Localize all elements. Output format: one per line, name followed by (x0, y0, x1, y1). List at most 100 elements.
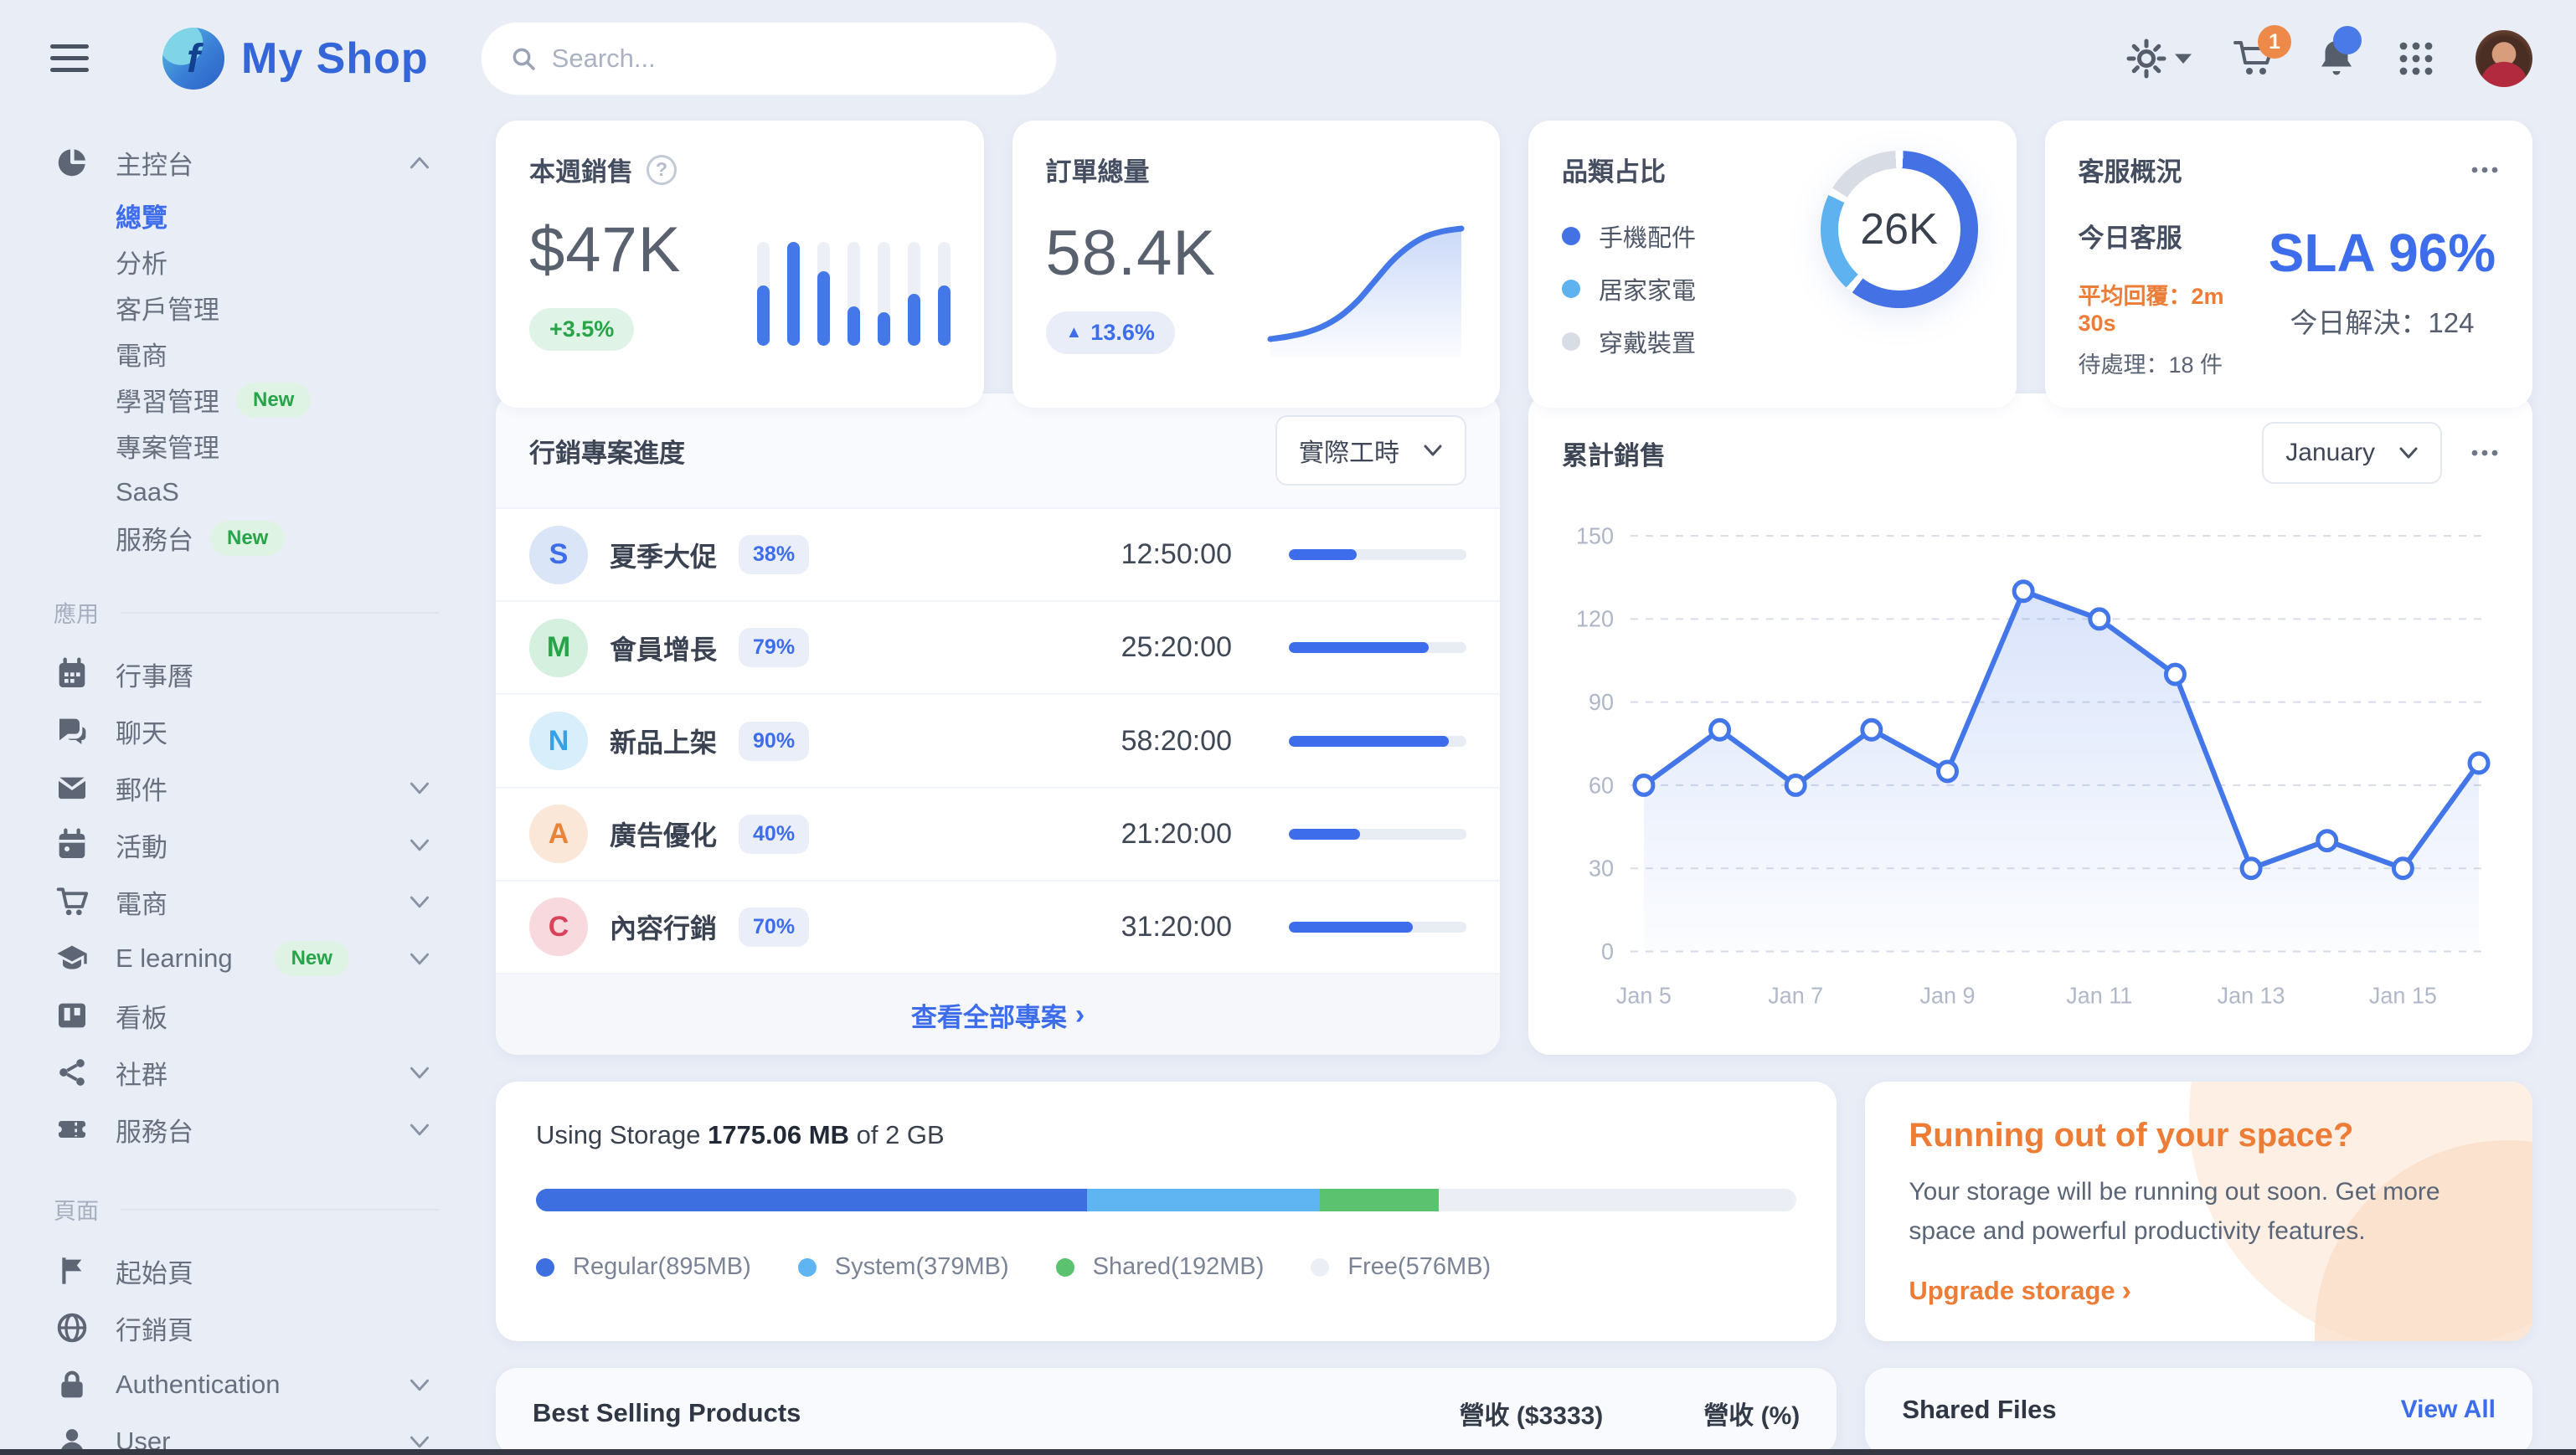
legend-item: Free(576MB) (1311, 1253, 1491, 1281)
sidebar-subitem[interactable]: SaaS (116, 469, 446, 515)
bottom-row: Best Selling Products 營收 ($3333) 營收 (%) … (496, 1368, 2532, 1455)
chevron-down-icon (409, 838, 430, 852)
storage-row: Using Storage 1775.06 MB of 2 GB Regular… (496, 1082, 2532, 1341)
project-progress-bar (1289, 549, 1466, 560)
sidebar-item-label: 郵件 (116, 769, 167, 807)
bar (938, 242, 951, 346)
main-content: 本週銷售 ? $47K +3.5% 訂單總量 58.4K (469, 117, 2576, 1455)
storage-legend: Regular(895MB)System(379MB)Shared(192MB)… (536, 1253, 1796, 1281)
chevron-down-icon (409, 1378, 430, 1392)
sidebar-subitem[interactable]: 客戶管理 (116, 285, 446, 331)
chevron-down-icon (409, 1066, 430, 1080)
donut-center-value: 26K (1860, 204, 1938, 254)
share-icon (54, 1056, 90, 1089)
sidebar-subitem-label: 分析 (116, 243, 167, 280)
sidebar-item-mail[interactable]: 郵件 (54, 759, 446, 816)
sidebar-subitem[interactable]: 學習管理New (116, 377, 446, 423)
apps-grid-button[interactable] (2397, 39, 2435, 78)
support-resolved: 今日解決：124 (2265, 301, 2499, 341)
sidebar-subitem[interactable]: 分析 (116, 239, 446, 285)
projects-title: 行銷專案進度 (529, 432, 685, 470)
topbar-actions: 1 (2125, 30, 2532, 87)
sidebar-item-event[interactable]: 活動 (54, 816, 446, 873)
sidebar-item-share[interactable]: 社群 (54, 1044, 446, 1101)
project-row[interactable]: M會員增長79%25:20:00 (496, 602, 1500, 695)
lock-icon (54, 1368, 90, 1401)
sidebar-item-label: 主控台 (116, 144, 193, 182)
shared-files-title: Shared Files (1902, 1395, 2400, 1425)
project-row[interactable]: N新品上架90%58:20:00 (496, 695, 1500, 788)
upgrade-banner-card: Running out of your space? Your storage … (1865, 1082, 2532, 1341)
project-name: 會員增長 (610, 629, 717, 667)
support-avg-reply: 平均回覆：2m 30s (2079, 278, 2265, 337)
storage-card: Using Storage 1775.06 MB of 2 GB Regular… (496, 1082, 1837, 1341)
sidebar-item-pie[interactable]: 主控台 (54, 134, 446, 191)
sidebar-subitem-label: 總覽 (116, 197, 167, 234)
bar (757, 242, 770, 346)
upgrade-storage-link[interactable]: Upgrade storage› (1909, 1276, 2489, 1306)
more-options-icon[interactable] (2470, 449, 2499, 457)
help-icon[interactable]: ? (647, 155, 677, 185)
grid-icon (2397, 39, 2435, 78)
storage-segment-free (1439, 1189, 1793, 1211)
notifications-button[interactable] (2316, 38, 2357, 80)
display-settings-button[interactable] (2125, 38, 2192, 80)
project-avatar: C (529, 897, 588, 956)
cart-button[interactable]: 1 (2233, 39, 2276, 79)
legend-item: 穿戴裝置 (1562, 324, 1983, 359)
month-select[interactable]: January (2262, 422, 2442, 484)
sidebar-item-label: 行事曆 (116, 656, 193, 693)
sidebar-subitem[interactable]: 專案管理 (116, 423, 446, 469)
sidebar-subitem-label: 客戶管理 (116, 289, 219, 326)
sidebar-item-grad[interactable]: E learningNew (54, 930, 446, 987)
pie-icon (54, 146, 90, 179)
orders-card: 訂單總量 58.4K ▲ 13.6% (1012, 121, 1501, 408)
project-row[interactable]: C內容行銷70%31:20:00 (496, 882, 1500, 974)
sidebar-item-kanban[interactable]: 看板 (54, 987, 446, 1044)
more-options-icon[interactable] (2470, 166, 2499, 174)
support-title: 客服概況 (2079, 151, 2182, 188)
sidebar-item-lock[interactable]: Authentication (54, 1356, 446, 1413)
search-bar[interactable] (481, 22, 1057, 95)
user-avatar[interactable] (2476, 30, 2532, 87)
project-name: 廣告優化 (610, 815, 717, 853)
brand-logo[interactable]: f My Shop (162, 28, 429, 90)
best-selling-title: Best Selling Products (533, 1398, 1327, 1428)
sidebar-item-calendar[interactable]: 行事曆 (54, 645, 446, 702)
storage-segment-regular (536, 1189, 1087, 1211)
sidebar-subitem-label: 學習管理 (116, 381, 219, 419)
sidebar-item-globe[interactable]: 行銷頁 (54, 1299, 446, 1356)
menu-toggle-button[interactable] (50, 44, 89, 73)
sidebar-subitem[interactable]: 電商 (116, 331, 446, 377)
sidebar-item-chat[interactable]: 聊天 (54, 702, 446, 759)
globe-icon (54, 1311, 90, 1344)
search-input[interactable] (552, 44, 1028, 74)
storage-progress-bar (536, 1189, 1796, 1211)
svg-text:Jan 15: Jan 15 (2369, 982, 2437, 1009)
sidebar-item-cart[interactable]: 電商 (54, 873, 446, 930)
project-row[interactable]: A廣告優化40%21:20:00 (496, 789, 1500, 882)
project-avatar: S (529, 526, 588, 584)
view-all-projects-link[interactable]: 查看全部專案› (496, 974, 1500, 1055)
revenue-column-header: 營收 ($3333) (1327, 1395, 1603, 1432)
sun-icon (2125, 38, 2167, 80)
project-avatar: M (529, 619, 588, 677)
bar (848, 242, 860, 346)
hours-filter-select[interactable]: 實際工時 (1275, 415, 1466, 486)
sidebar-subitem[interactable]: 總覽 (116, 193, 446, 239)
project-progress-bar (1289, 736, 1466, 747)
storage-segment-shared (1320, 1189, 1438, 1211)
sidebar-item-ticket[interactable]: 服務台 (54, 1101, 446, 1158)
sidebar-item-label: 看板 (116, 997, 167, 1035)
weekly-sales-value: $47K (529, 213, 682, 286)
middle-row: 行銷專案進度 實際工時 S夏季大促38%12:50:00M會員增長79%25:2… (496, 393, 2532, 1055)
sidebar-subitem[interactable]: 服務台New (116, 515, 446, 561)
view-all-link[interactable]: View All (2401, 1396, 2496, 1424)
kanban-icon (54, 999, 90, 1032)
weekly-sales-card: 本週銷售 ? $47K +3.5% (496, 121, 984, 408)
legend-item: Shared(192MB) (1056, 1253, 1265, 1281)
search-icon (510, 45, 537, 72)
brand-logo-icon: f (162, 28, 224, 90)
sidebar-item-flag[interactable]: 起始頁 (54, 1242, 446, 1299)
project-row[interactable]: S夏季大促38%12:50:00 (496, 509, 1500, 602)
